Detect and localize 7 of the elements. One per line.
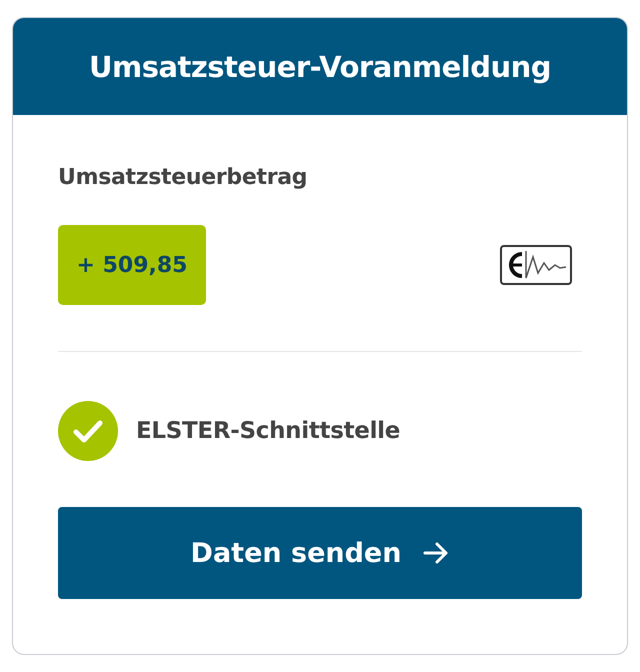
amount-value: + 509,85 — [58, 225, 206, 305]
interface-label: ELSTER-Schnittstelle — [136, 418, 400, 444]
send-data-button[interactable]: Daten senden — [58, 507, 582, 599]
elster-logo-icon — [500, 245, 572, 285]
arrow-right-icon — [423, 542, 450, 564]
card-title: Umsatzsteuer-Voranmeldung — [88, 50, 552, 84]
amount-label: Umsatzsteuerbetrag — [58, 165, 308, 190]
